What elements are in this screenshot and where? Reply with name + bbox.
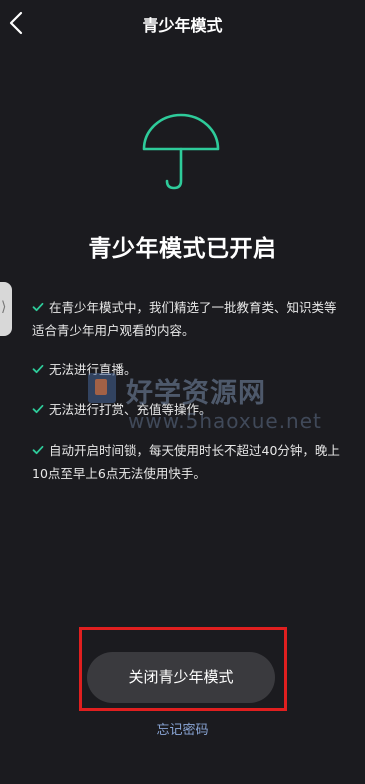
umbrella-icon <box>142 113 220 190</box>
rule-item: 自动开启时间锁，每天使用时长不超过40分钟，晚上10点至早上6点无法使用快手。 <box>32 439 341 485</box>
side-handle-glyph: ⟩ <box>1 299 7 315</box>
rule-text: 在青少年模式中，我们精选了一批教育类、知识类等适合青少年用户观看的内容。 <box>32 300 337 338</box>
page-title: 青少年模式 <box>142 16 223 35</box>
close-teen-mode-button[interactable]: 关闭青少年模式 <box>87 652 275 703</box>
rule-text: 自动开启时间锁，每天使用时长不超过40分钟，晚上10点至早上6点无法使用快手。 <box>32 443 340 481</box>
rule-item: 无法进行打赏、充值等操作。 <box>32 398 341 421</box>
nav-bar: 青少年模式 <box>0 0 365 48</box>
forgot-password-link[interactable]: 忘记密码 <box>0 719 365 738</box>
check-icon <box>32 364 44 374</box>
status-headline: 青少年模式已开启 <box>88 236 277 262</box>
side-drawer-handle[interactable]: ⟩ <box>0 282 12 336</box>
check-icon <box>32 445 44 455</box>
check-icon <box>32 404 44 414</box>
rule-text: 无法进行直播。 <box>49 362 137 377</box>
teen-mode-screen: 青少年模式 ⟩ 青少年模式已开启 在青少年模式中，我们精选了一批教育类、知识类等… <box>0 0 365 784</box>
rule-item: 无法进行直播。 <box>32 358 341 381</box>
check-icon <box>32 302 44 312</box>
rule-text: 无法进行打赏、充值等操作。 <box>49 402 212 417</box>
rule-item: 在青少年模式中，我们精选了一批教育类、知识类等适合青少年用户观看的内容。 <box>32 296 341 342</box>
